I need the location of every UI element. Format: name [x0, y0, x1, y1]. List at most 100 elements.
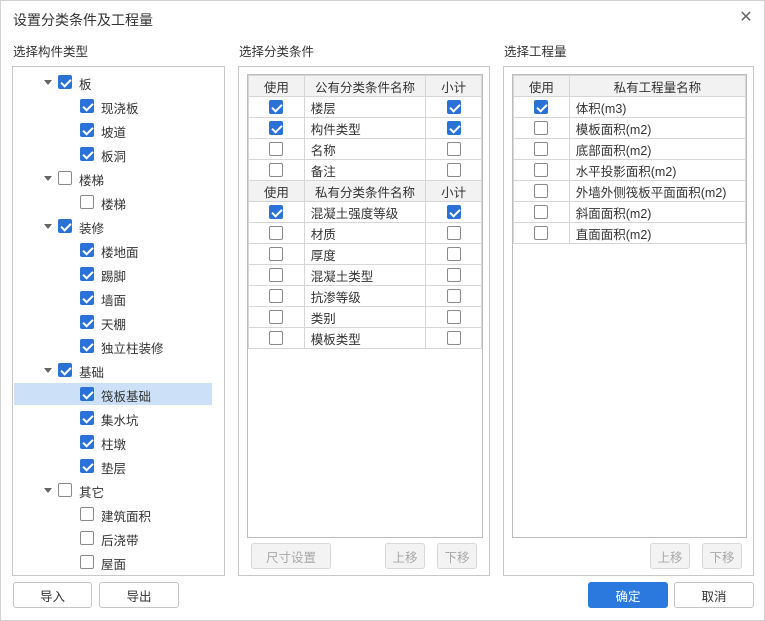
use-checkbox[interactable] — [534, 100, 549, 115]
use-checkbox[interactable] — [534, 205, 549, 220]
tree-item[interactable]: 坡道 — [14, 119, 212, 141]
tree-item[interactable]: 后浇带 — [14, 527, 212, 549]
table-row[interactable]: 构件类型 — [248, 117, 482, 139]
tree-group[interactable]: 装修 — [14, 215, 212, 237]
tree-checkbox[interactable] — [80, 459, 94, 473]
tree-checkbox[interactable] — [80, 555, 94, 569]
table-row[interactable]: 模板面积(m2) — [513, 117, 746, 139]
tree-item[interactable]: 柱墩 — [14, 431, 212, 453]
use-checkbox[interactable] — [534, 142, 549, 157]
tree-checkbox[interactable] — [80, 195, 94, 209]
ok-button[interactable]: 确定 — [588, 582, 668, 608]
size-settings-button[interactable]: 尺寸设置 — [251, 543, 331, 569]
expand-arrow-icon[interactable] — [44, 176, 52, 181]
use-checkbox[interactable] — [269, 121, 284, 136]
use-checkbox[interactable] — [534, 226, 549, 241]
cancel-button[interactable]: 取消 — [674, 582, 754, 608]
tree-checkbox[interactable] — [58, 483, 72, 497]
table-row[interactable]: 斜面面积(m2) — [513, 201, 746, 223]
tree-group[interactable]: 板 — [14, 71, 212, 93]
tree-checkbox[interactable] — [80, 411, 94, 425]
export-button[interactable]: 导出 — [99, 582, 179, 608]
tree-checkbox[interactable] — [80, 315, 94, 329]
subtotal-checkbox[interactable] — [446, 226, 461, 241]
tree-item[interactable]: 天棚 — [14, 311, 212, 333]
tree-group[interactable]: 楼梯 — [14, 167, 212, 189]
tree-checkbox[interactable] — [58, 363, 72, 377]
tree-item[interactable]: 集水坑 — [14, 407, 212, 429]
tree-item[interactable]: 现浇板 — [14, 95, 212, 117]
table-row[interactable]: 水平投影面积(m2) — [513, 159, 746, 181]
tree-checkbox[interactable] — [80, 435, 94, 449]
tree-checkbox[interactable] — [58, 219, 72, 233]
use-checkbox[interactable] — [269, 247, 284, 262]
tree-checkbox[interactable] — [80, 267, 94, 281]
close-icon[interactable]: ✕ — [738, 10, 754, 26]
tree-item[interactable]: 墙面 — [14, 287, 212, 309]
tree-item[interactable]: 踢脚 — [14, 263, 212, 285]
use-checkbox[interactable] — [269, 163, 284, 178]
table-row[interactable]: 直面面积(m2) — [513, 222, 746, 244]
subtotal-checkbox[interactable] — [446, 289, 461, 304]
use-checkbox[interactable] — [269, 310, 284, 325]
tree-checkbox[interactable] — [80, 531, 94, 545]
tree-checkbox[interactable] — [58, 171, 72, 185]
use-checkbox[interactable] — [534, 121, 549, 136]
tree-item[interactable]: 屋面 — [14, 551, 212, 573]
table-row[interactable]: 备注 — [248, 159, 482, 181]
move-down-button[interactable]: 下移 — [437, 543, 477, 569]
use-checkbox[interactable] — [269, 205, 284, 220]
tree-group[interactable]: 其它 — [14, 479, 212, 501]
table-row[interactable]: 材质 — [248, 222, 482, 244]
table-row[interactable]: 混凝土类型 — [248, 264, 482, 286]
subtotal-checkbox[interactable] — [446, 247, 461, 262]
subtotal-checkbox[interactable] — [446, 100, 461, 115]
tree-item[interactable]: 楼地面 — [14, 239, 212, 261]
use-checkbox[interactable] — [269, 100, 284, 115]
use-checkbox[interactable] — [269, 268, 284, 283]
table-row[interactable]: 抗渗等级 — [248, 285, 482, 307]
tree-item[interactable]: 垫层 — [14, 455, 212, 477]
tree-checkbox[interactable] — [80, 507, 94, 521]
tree-checkbox[interactable] — [80, 339, 94, 353]
tree-checkbox[interactable] — [80, 387, 94, 401]
subtotal-checkbox[interactable] — [446, 268, 461, 283]
use-checkbox[interactable] — [534, 163, 549, 178]
subtotal-checkbox[interactable] — [446, 121, 461, 136]
use-checkbox[interactable] — [269, 331, 284, 346]
quantity-move-up-button[interactable]: 上移 — [650, 543, 690, 569]
table-row[interactable]: 底部面积(m2) — [513, 138, 746, 160]
table-row[interactable]: 外墙外侧筏板平面面积(m2) — [513, 180, 746, 202]
table-row[interactable]: 类别 — [248, 306, 482, 328]
table-row[interactable]: 混凝土强度等级 — [248, 201, 482, 223]
use-checkbox[interactable] — [269, 226, 284, 241]
tree-group[interactable]: 基础 — [14, 359, 212, 381]
expand-arrow-icon[interactable] — [44, 488, 52, 493]
use-checkbox[interactable] — [269, 289, 284, 304]
table-row[interactable]: 楼层 — [248, 96, 482, 118]
tree-checkbox[interactable] — [80, 243, 94, 257]
import-button[interactable]: 导入 — [13, 582, 92, 608]
tree-item[interactable]: 楼梯 — [14, 191, 212, 213]
expand-arrow-icon[interactable] — [44, 80, 52, 85]
table-row[interactable]: 体积(m3) — [513, 96, 746, 118]
quantity-move-down-button[interactable]: 下移 — [702, 543, 742, 569]
tree-item[interactable]: 建筑面积 — [14, 503, 212, 525]
subtotal-checkbox[interactable] — [446, 310, 461, 325]
tree-checkbox[interactable] — [58, 75, 72, 89]
tree-checkbox[interactable] — [80, 291, 94, 305]
move-up-button[interactable]: 上移 — [385, 543, 425, 569]
expand-arrow-icon[interactable] — [44, 224, 52, 229]
use-checkbox[interactable] — [534, 184, 549, 199]
subtotal-checkbox[interactable] — [446, 163, 461, 178]
table-row[interactable]: 厚度 — [248, 243, 482, 265]
subtotal-checkbox[interactable] — [446, 331, 461, 346]
subtotal-checkbox[interactable] — [446, 142, 461, 157]
use-checkbox[interactable] — [269, 142, 284, 157]
subtotal-checkbox[interactable] — [446, 205, 461, 220]
table-row[interactable]: 名称 — [248, 138, 482, 160]
tree-checkbox[interactable] — [80, 123, 94, 137]
table-row[interactable]: 模板类型 — [248, 327, 482, 349]
tree-checkbox[interactable] — [80, 147, 94, 161]
tree-item[interactable]: 独立柱装修 — [14, 335, 212, 357]
